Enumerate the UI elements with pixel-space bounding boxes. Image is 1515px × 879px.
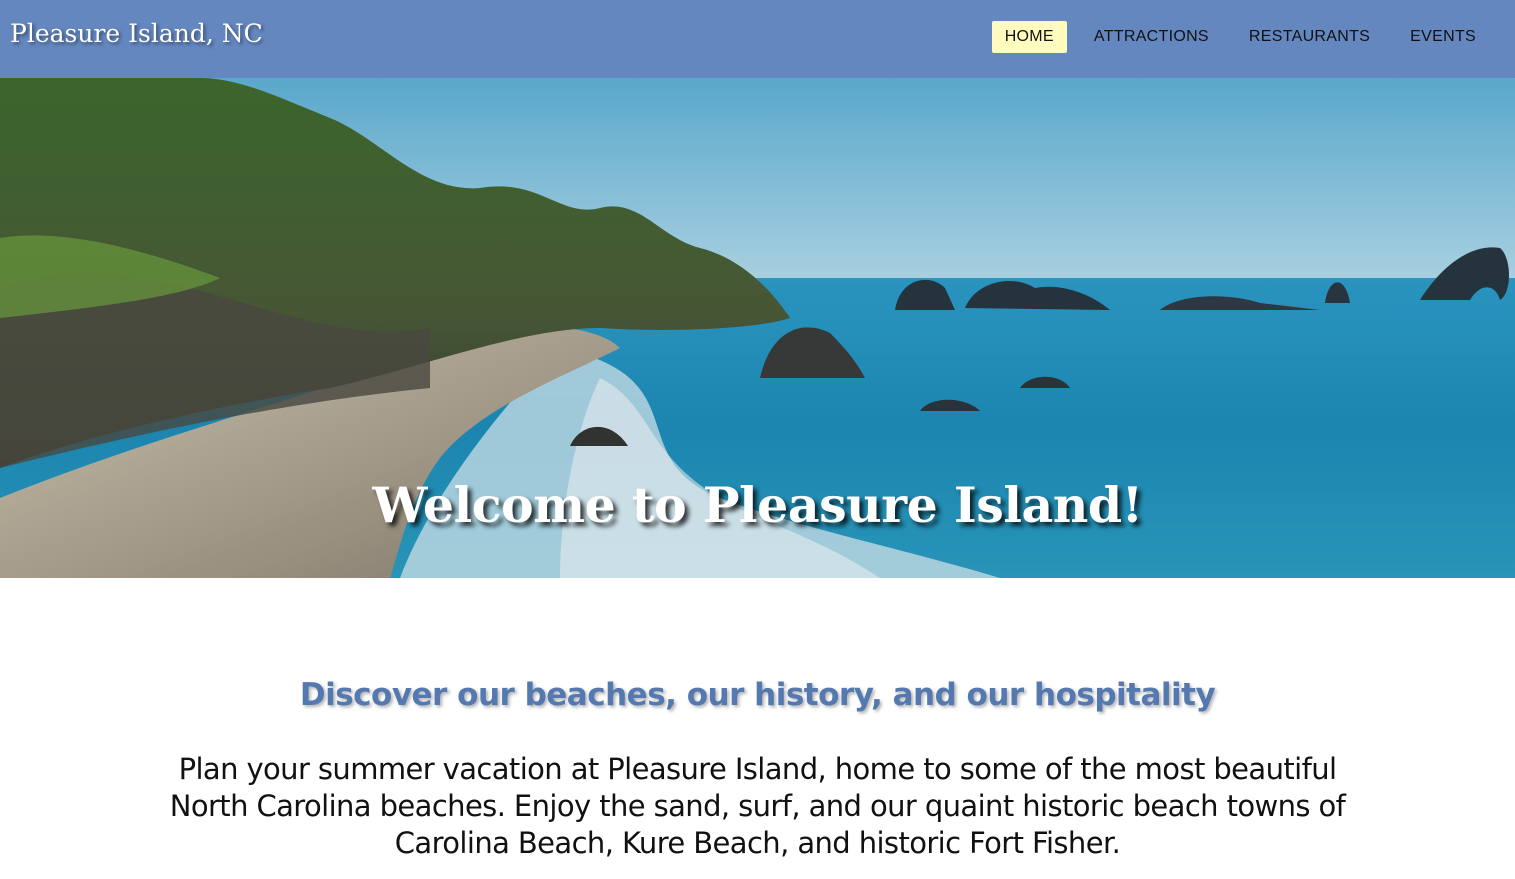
nav-restaurants[interactable]: RESTAURANTS [1236, 21, 1383, 53]
hero-title: Welcome to Pleasure Island! [372, 475, 1143, 534]
hero-banner: Welcome to Pleasure Island! [0, 78, 1515, 578]
site-brand[interactable]: Pleasure Island, NC [10, 19, 263, 48]
nav-home[interactable]: HOME [991, 21, 1067, 53]
intro-line-3: Carolina Beach, Kure Beach, and historic… [394, 826, 1121, 860]
section-subheading: Discover our beaches, our history, and o… [299, 676, 1216, 713]
intro-paragraph: Plan your summer vacation at Pleasure Is… [0, 751, 1515, 862]
nav-events[interactable]: EVENTS [1397, 21, 1489, 53]
intro-line-2: North Carolina beaches. Enjoy the sand, … [169, 789, 1346, 823]
intro-line-1: Plan your summer vacation at Pleasure Is… [178, 752, 1337, 786]
top-navbar: Pleasure Island, NC HOME ATTRACTIONS RES… [0, 0, 1515, 78]
nav-attractions[interactable]: ATTRACTIONS [1081, 21, 1222, 53]
main-nav: HOME ATTRACTIONS RESTAURANTS EVENTS [991, 21, 1489, 53]
